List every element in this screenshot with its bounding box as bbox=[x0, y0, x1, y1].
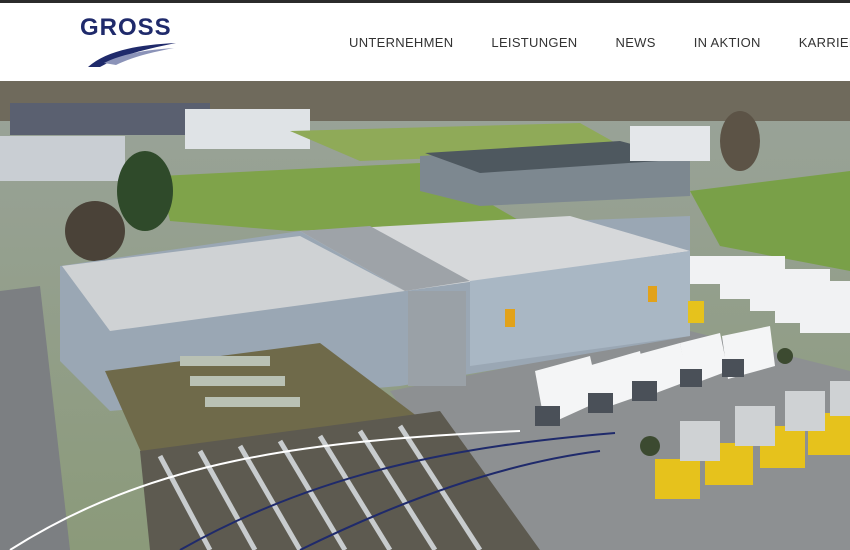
nav-item-unternehmen[interactable]: UNTERNEHMEN bbox=[349, 35, 453, 50]
hero-image bbox=[0, 81, 850, 550]
site-header: GROSS UNTERNEHMEN LEISTUNGEN NEWS IN AKT… bbox=[0, 3, 850, 81]
hero-aerial-photo bbox=[0, 81, 850, 550]
nav-item-leistungen[interactable]: LEISTUNGEN bbox=[491, 35, 577, 50]
nav-item-karriere[interactable]: KARRIERE bbox=[799, 35, 850, 50]
main-navigation: UNTERNEHMEN LEISTUNGEN NEWS IN AKTION KA… bbox=[330, 3, 850, 81]
logo-wordmark: GROSS bbox=[80, 14, 172, 41]
nav-item-in-aktion[interactable]: IN AKTION bbox=[694, 35, 761, 50]
logo-swoosh-icon bbox=[88, 43, 176, 67]
gross-logo[interactable]: GROSS bbox=[80, 15, 180, 67]
nav-item-news[interactable]: NEWS bbox=[616, 35, 656, 50]
